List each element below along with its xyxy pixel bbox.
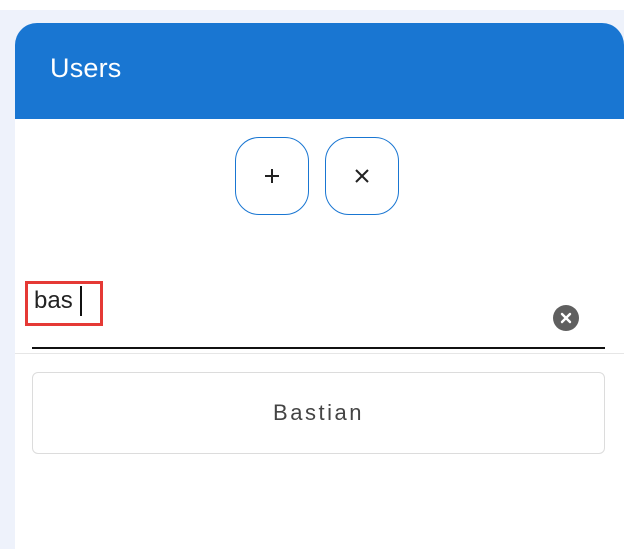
- search-input[interactable]: [30, 281, 530, 321]
- divider: [15, 353, 624, 354]
- search-underline: [32, 347, 605, 349]
- panel-header: Users: [15, 23, 624, 119]
- search-field: [15, 263, 624, 353]
- list-item[interactable]: Bastian: [32, 372, 605, 454]
- panel-title: Users: [50, 53, 122, 83]
- text-caret: [80, 286, 82, 316]
- clear-search-button[interactable]: [553, 305, 579, 331]
- add-user-button[interactable]: [235, 137, 309, 215]
- user-name: Bastian: [273, 400, 364, 425]
- plus-icon: [265, 169, 279, 183]
- clear-circle-icon: [560, 312, 572, 324]
- users-panel: Users Bastian: [15, 23, 624, 549]
- clear-button[interactable]: [325, 137, 399, 215]
- close-icon: [355, 169, 369, 183]
